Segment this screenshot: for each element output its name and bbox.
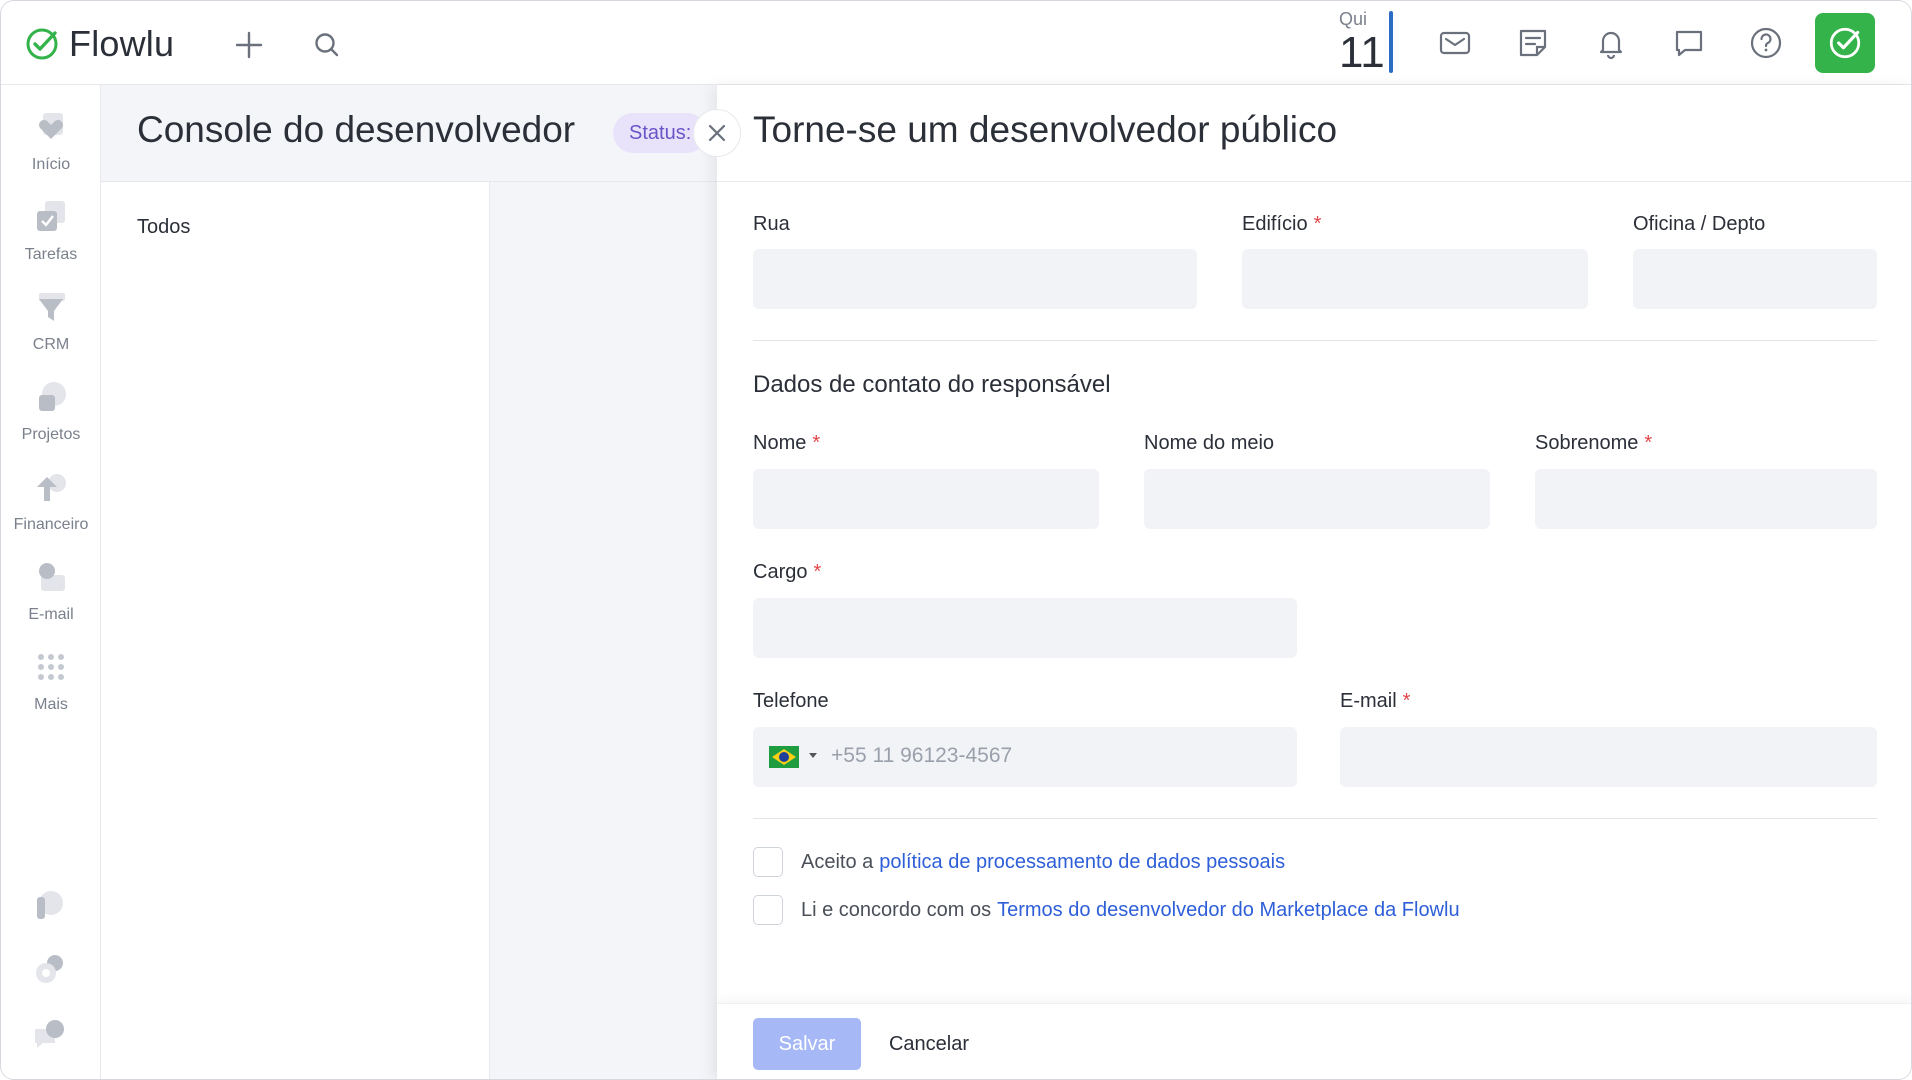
sidebar-item-label: Tarefas	[24, 246, 78, 263]
plus-icon[interactable]	[229, 25, 269, 65]
sidebar-item-financeiro[interactable]: Financeiro	[1, 467, 101, 547]
date-accent-bar	[1389, 11, 1393, 73]
panel-header: Torne-se um desenvolvedor público	[717, 85, 1911, 182]
sidebar-item-projetos[interactable]: Projetos	[1, 377, 101, 457]
building-label: Edifício *	[1242, 213, 1322, 235]
required-marker: *	[1402, 690, 1411, 712]
required-marker: *	[813, 561, 822, 583]
parking-icon[interactable]	[29, 885, 69, 925]
brazil-flag-icon[interactable]	[769, 746, 799, 768]
phone-label: Telefone	[753, 690, 829, 712]
close-icon	[708, 124, 726, 142]
sidebar-item-label: CRM	[32, 336, 70, 353]
support-chat-icon[interactable]	[29, 1015, 69, 1055]
office-input[interactable]	[1633, 249, 1877, 309]
email-input[interactable]	[1340, 727, 1877, 787]
middle-name-input[interactable]	[1144, 469, 1490, 529]
bell-icon[interactable]	[1591, 23, 1631, 63]
privacy-consent-checkbox[interactable]	[753, 847, 783, 877]
sidebar-item-crm[interactable]: CRM	[1, 287, 101, 367]
crm-funnel-icon	[39, 293, 65, 321]
help-icon[interactable]	[1746, 23, 1786, 63]
first-name-label: Nome *	[753, 432, 821, 454]
notes-icon[interactable]	[1513, 23, 1553, 63]
position-label: Cargo *	[753, 561, 822, 583]
office-label: Oficina / Depto	[1633, 213, 1766, 235]
calendar-date[interactable]: Qui 11	[1339, 9, 1395, 77]
app-window: Flowlu Qui 11 Início Tarefas CRM Projeto…	[0, 0, 1912, 1080]
street-input[interactable]	[753, 249, 1197, 309]
tasks-icon	[37, 201, 65, 231]
top-bar: Flowlu Qui 11	[1, 1, 1911, 85]
phone-placeholder: +55 11 96123-4567	[831, 744, 1013, 767]
date-number: 11	[1339, 28, 1385, 77]
close-panel-button[interactable]	[693, 109, 741, 157]
terms-consent-checkbox[interactable]	[753, 895, 783, 925]
street-label: Rua	[753, 213, 790, 235]
section-divider	[753, 818, 1877, 819]
projects-icon	[39, 382, 66, 411]
position-input[interactable]	[753, 598, 1297, 658]
privacy-consent-text: Aceito a	[801, 850, 874, 873]
page-title: Console do desenvolvedor	[137, 109, 576, 150]
avatar-check-icon	[1829, 27, 1861, 59]
section-divider	[753, 340, 1877, 341]
privacy-consent-row: Aceito a política de processamento de da…	[753, 847, 1285, 877]
sidebar: Início Tarefas CRM Projetos Financeiro E…	[1, 85, 101, 1079]
sidebar-item-email[interactable]: E-mail	[1, 557, 101, 637]
home-heart-icon	[38, 113, 64, 139]
middle-name-label: Nome do meio	[1144, 432, 1275, 454]
grid-dots-icon	[38, 654, 64, 680]
phone-input[interactable]: +55 11 96123-4567	[753, 727, 1297, 787]
terms-consent-row: Li e concordo com os Termos do desenvolv…	[753, 895, 1460, 925]
settings-gear-icon[interactable]	[29, 949, 69, 989]
mail-icon[interactable]	[1435, 23, 1475, 63]
contact-section-title: Dados de contato do responsável	[753, 371, 1111, 398]
flowlu-logo[interactable]: Flowlu	[25, 23, 174, 65]
page-content-area	[490, 182, 717, 1079]
required-marker: *	[1313, 213, 1322, 235]
sidebar-item-label: Financeiro	[13, 516, 89, 533]
terms-consent-text: Li e concordo com os	[801, 898, 992, 921]
chat-icon[interactable]	[1669, 23, 1709, 63]
search-icon[interactable]	[307, 25, 347, 65]
cancel-button[interactable]: Cancelar	[869, 1018, 989, 1070]
email-label: E-mail *	[1340, 690, 1411, 712]
sidebar-item-label: Início	[31, 156, 71, 173]
building-input[interactable]	[1242, 249, 1588, 309]
panel-title: Torne-se um desenvolvedor público	[753, 109, 1338, 150]
last-name-input[interactable]	[1535, 469, 1877, 529]
filter-column: Todos	[101, 182, 490, 1079]
developer-form-panel: Torne-se um desenvolvedor público Rua Ed…	[693, 85, 1911, 1079]
privacy-policy-link[interactable]: política de processamento de dados pesso…	[879, 851, 1285, 874]
finance-icon	[37, 474, 66, 501]
user-avatar[interactable]	[1815, 13, 1875, 73]
app-name: Flowlu	[69, 23, 175, 64]
last-name-label: Sobrenome *	[1535, 432, 1653, 454]
sidebar-item-label: Mais	[34, 696, 68, 713]
save-button[interactable]: Salvar	[753, 1018, 861, 1070]
page-header: Console do desenvolvedor Status:	[101, 85, 717, 182]
sidebar-item-label: Projetos	[21, 426, 81, 443]
panel-footer: Salvar Cancelar	[717, 1003, 1911, 1079]
date-weekday: Qui	[1339, 9, 1368, 29]
developer-terms-link[interactable]: Termos do desenvolvedor do Marketplace d…	[997, 899, 1459, 922]
sidebar-item-label: E-mail	[28, 606, 74, 623]
sidebar-item-mais[interactable]: Mais	[1, 647, 101, 727]
email-icon	[39, 563, 65, 591]
filter-item-all[interactable]: Todos	[137, 216, 190, 239]
first-name-input[interactable]	[753, 469, 1099, 529]
sidebar-item-tarefas[interactable]: Tarefas	[1, 197, 101, 277]
country-dropdown-caret[interactable]	[809, 753, 817, 758]
sidebar-item-inicio[interactable]: Início	[1, 107, 101, 187]
required-marker: *	[1644, 432, 1653, 454]
required-marker: *	[812, 432, 821, 454]
flowlu-logo-icon	[26, 28, 58, 60]
